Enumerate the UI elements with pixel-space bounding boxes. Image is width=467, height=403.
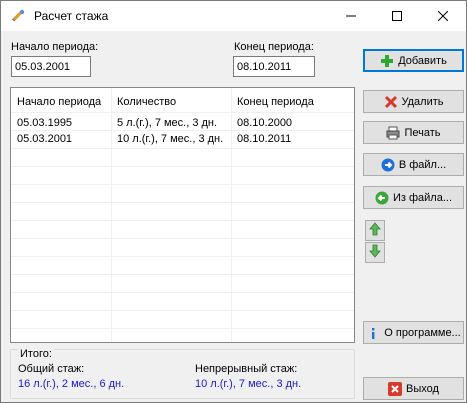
start-period-input[interactable] — [11, 56, 91, 77]
plus-icon — [380, 54, 394, 68]
grid-line — [11, 202, 354, 203]
load-from-file-button-label: Из файла... — [392, 191, 453, 204]
grid-line — [11, 292, 354, 293]
cell-end: 08.10.2000 — [237, 117, 293, 129]
cell-end: 08.10.2011 — [237, 133, 292, 145]
periods-table[interactable]: Начало периода Количество Конец периода … — [10, 87, 355, 343]
minimize-button[interactable] — [328, 1, 374, 31]
grid-line — [11, 274, 354, 275]
arrow-right-circle-icon — [381, 158, 395, 172]
arrow-down-icon — [369, 244, 381, 261]
info-icon — [366, 326, 380, 340]
move-up-button[interactable] — [365, 220, 385, 241]
column-header-end[interactable]: Конец периода — [231, 94, 354, 112]
grid-line — [11, 148, 354, 149]
total-experience-label: Общий стаж: — [18, 363, 85, 375]
tools-icon — [10, 8, 26, 24]
grid-line — [11, 238, 354, 239]
column-header-start[interactable]: Начало периода — [11, 94, 111, 112]
grid-line — [11, 220, 354, 221]
cell-start: 05.03.2001 — [17, 133, 73, 145]
add-button-label: Добавить — [398, 54, 447, 67]
exit-button-label: Выход — [406, 382, 439, 395]
arrow-up-icon — [369, 222, 381, 239]
grid-line — [11, 112, 354, 113]
table-row[interactable]: 05.03.2001 10 л.(г.), 7 мес., 3 дн. 08.1… — [11, 131, 354, 147]
cell-start: 05.03.1995 — [17, 117, 73, 129]
save-to-file-button-label: В файл... — [398, 158, 447, 171]
load-from-file-button[interactable]: Из файла... — [363, 186, 464, 209]
delete-button-label: Удалить — [401, 95, 444, 108]
grid-line — [11, 256, 354, 257]
about-button[interactable]: О программе... — [363, 321, 464, 344]
continuous-experience-label: Непрерывный стаж: — [195, 363, 298, 375]
cell-duration: 5 л.(г.), 7 мес., 3 дн. — [117, 117, 218, 129]
maximize-button[interactable] — [374, 1, 420, 31]
add-button[interactable]: Добавить — [363, 49, 464, 72]
title-bar[interactable]: Расчет стажа — [1, 1, 466, 31]
move-down-button[interactable] — [365, 242, 385, 263]
exit-icon — [388, 381, 403, 396]
table-header: Начало периода Количество Конец периода — [11, 94, 354, 112]
cell-duration: 10 л.(г.), 7 мес., 3 дн. — [117, 133, 224, 145]
x-icon — [384, 95, 398, 109]
start-period-label: Начало периода: — [11, 41, 99, 53]
grid-line — [11, 184, 354, 185]
arrow-left-circle-icon — [375, 191, 389, 205]
app-window: Расчет стажа Начало периода: Конец перио… — [0, 0, 467, 403]
grid-line — [11, 166, 354, 167]
end-period-label: Конец периода: — [234, 41, 314, 53]
grid-line — [11, 310, 354, 311]
window-title: Расчет стажа — [34, 9, 109, 23]
end-period-input[interactable] — [233, 56, 315, 77]
delete-button[interactable]: Удалить — [363, 90, 464, 113]
grid-line — [11, 328, 354, 329]
print-button[interactable]: Печать — [363, 121, 464, 144]
save-to-file-button[interactable]: В файл... — [363, 153, 464, 176]
print-button-label: Печать — [404, 126, 441, 139]
table-row[interactable]: 05.03.1995 5 л.(г.), 7 мес., 3 дн. 08.10… — [11, 115, 354, 131]
totals-title: Итого: — [18, 348, 54, 360]
printer-icon — [386, 126, 400, 140]
column-header-duration[interactable]: Количество — [111, 94, 231, 112]
continuous-experience-value: 10 л.(г.), 7 мес., 3 дн. — [195, 378, 302, 390]
about-button-label: О программе... — [384, 326, 461, 339]
exit-button[interactable]: Выход — [363, 377, 464, 400]
totals-panel: Итого: Общий стаж: 16 л.(г.), 2 мес., 6 … — [10, 348, 355, 399]
close-button[interactable] — [420, 1, 466, 31]
total-experience-value: 16 л.(г.), 2 мес., 6 дн. — [18, 378, 125, 390]
